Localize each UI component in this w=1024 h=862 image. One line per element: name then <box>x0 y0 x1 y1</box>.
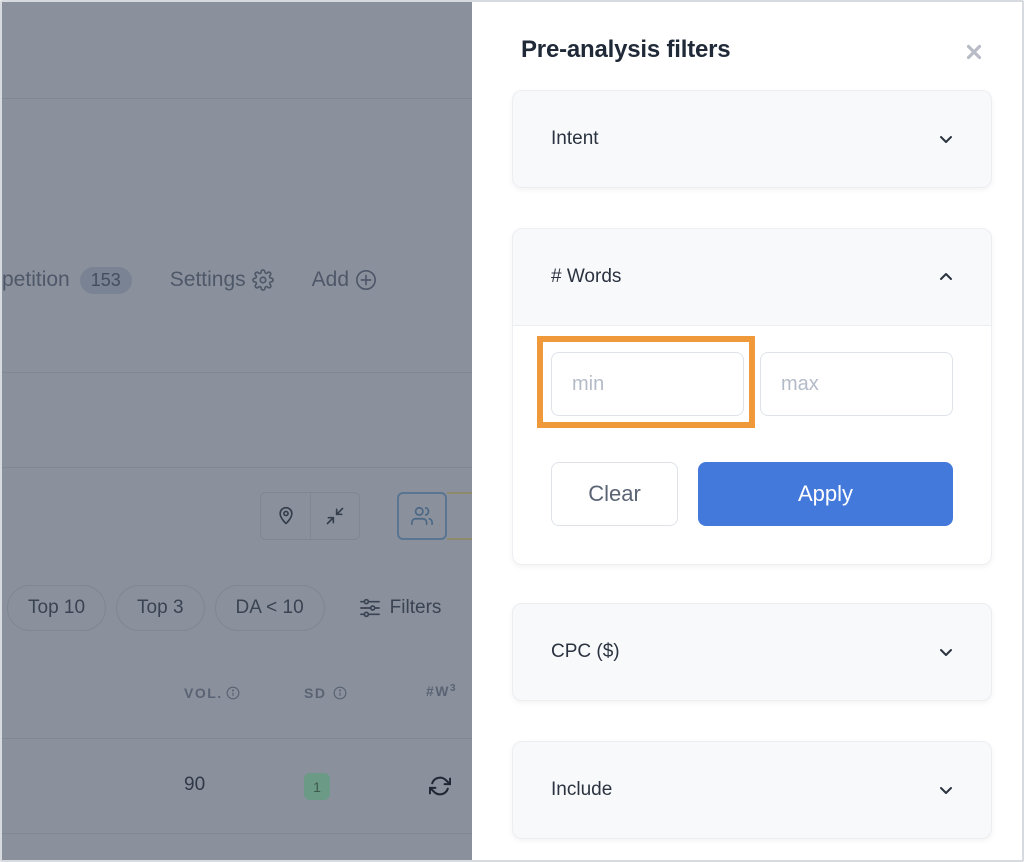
location-button[interactable] <box>261 493 310 539</box>
tab-label: Settings <box>169 268 246 291</box>
chevron-down-icon <box>939 134 953 144</box>
panel-header-intent[interactable]: Intent <box>513 91 991 187</box>
panel-header-cpc[interactable]: CPC ($) <box>513 604 991 700</box>
tabs-row: petition 153 Settings Add <box>2 260 415 300</box>
filter-panel-words: # Words Clear Apply <box>512 228 992 565</box>
min-words-input[interactable] <box>551 352 744 416</box>
chevron-up-icon <box>939 272 953 282</box>
filter-panel-include: Include <box>512 741 992 839</box>
panel-body-words: Clear Apply <box>513 325 991 564</box>
toolbar-button-partial[interactable] <box>447 492 472 540</box>
chevron-down-icon <box>939 647 953 657</box>
sd-badge: 1 <box>304 773 330 800</box>
header-superscript: 3 <box>450 683 458 694</box>
divider <box>2 833 472 834</box>
pre-analysis-filters-drawer: Pre-analysis filters Intent # Words min … <box>472 2 1022 860</box>
panel-label: # Words <box>551 266 622 287</box>
chip-da-less-10[interactable]: DA < 10 <box>214 585 325 631</box>
filters-label: Filters <box>389 597 442 618</box>
map-pin-icon <box>278 506 293 525</box>
header-label: #W <box>426 683 450 699</box>
drawer-title: Pre-analysis filters <box>521 36 731 63</box>
refresh-icon <box>428 776 452 796</box>
divider <box>2 738 472 739</box>
chevron-down-icon <box>939 785 953 795</box>
range-inputs <box>551 352 953 416</box>
users-icon <box>411 506 433 526</box>
panel-label: Include <box>551 779 613 800</box>
close-button[interactable] <box>962 40 986 64</box>
filter-panel-intent: Intent <box>512 90 992 188</box>
divider <box>2 98 472 99</box>
column-header-words[interactable]: #W 3 <box>426 683 457 699</box>
gear-icon <box>251 269 274 291</box>
audience-button[interactable] <box>397 492 447 540</box>
tab-competition[interactable]: petition 153 <box>2 266 132 294</box>
panel-label: CPC ($) <box>551 641 620 662</box>
header-label: VOL. <box>184 685 223 701</box>
tab-label: Add <box>311 268 350 291</box>
collapse-button[interactable] <box>310 493 359 539</box>
divider <box>2 467 472 468</box>
filters-button[interactable]: Filters <box>359 597 442 619</box>
collapse-icon <box>326 507 344 525</box>
column-header-vol[interactable]: VOL. <box>184 685 240 701</box>
tab-add[interactable]: Add <box>312 268 377 292</box>
background-app-overlay[interactable]: petition 153 Settings Add Top 10 Top 3 D… <box>2 2 472 860</box>
cell-vol: 90 <box>184 774 206 795</box>
filter-panel-cpc: CPC ($) <box>512 603 992 701</box>
sliders-icon <box>359 598 380 618</box>
apply-button[interactable]: Apply <box>698 462 953 526</box>
max-words-input[interactable] <box>760 352 953 416</box>
filter-chips: Top 10 Top 3 DA < 10 Filters <box>7 585 441 631</box>
tab-count-badge: 153 <box>79 266 132 294</box>
panel-actions: Clear Apply <box>551 462 953 526</box>
panel-label: Intent <box>551 128 599 149</box>
panel-header-include[interactable]: Include <box>513 742 991 838</box>
plus-circle-icon <box>356 270 377 290</box>
screen-frame: petition 153 Settings Add Top 10 Top 3 D… <box>0 0 1024 862</box>
chip-top-10[interactable]: Top 10 <box>7 585 107 631</box>
column-header-sd[interactable]: SD <box>304 685 347 701</box>
panel-header-words[interactable]: # Words <box>513 229 991 325</box>
divider <box>2 372 472 373</box>
tab-label: petition <box>2 268 70 291</box>
info-icon <box>226 686 240 700</box>
chip-top-3[interactable]: Top 3 <box>116 585 205 631</box>
close-icon <box>966 44 982 60</box>
header-label: SD <box>304 685 327 701</box>
info-icon <box>334 686 347 700</box>
map-toolbar <box>260 492 360 540</box>
refresh-button[interactable] <box>428 775 452 802</box>
clear-button[interactable]: Clear <box>551 462 678 526</box>
tab-settings[interactable]: Settings <box>170 268 274 292</box>
